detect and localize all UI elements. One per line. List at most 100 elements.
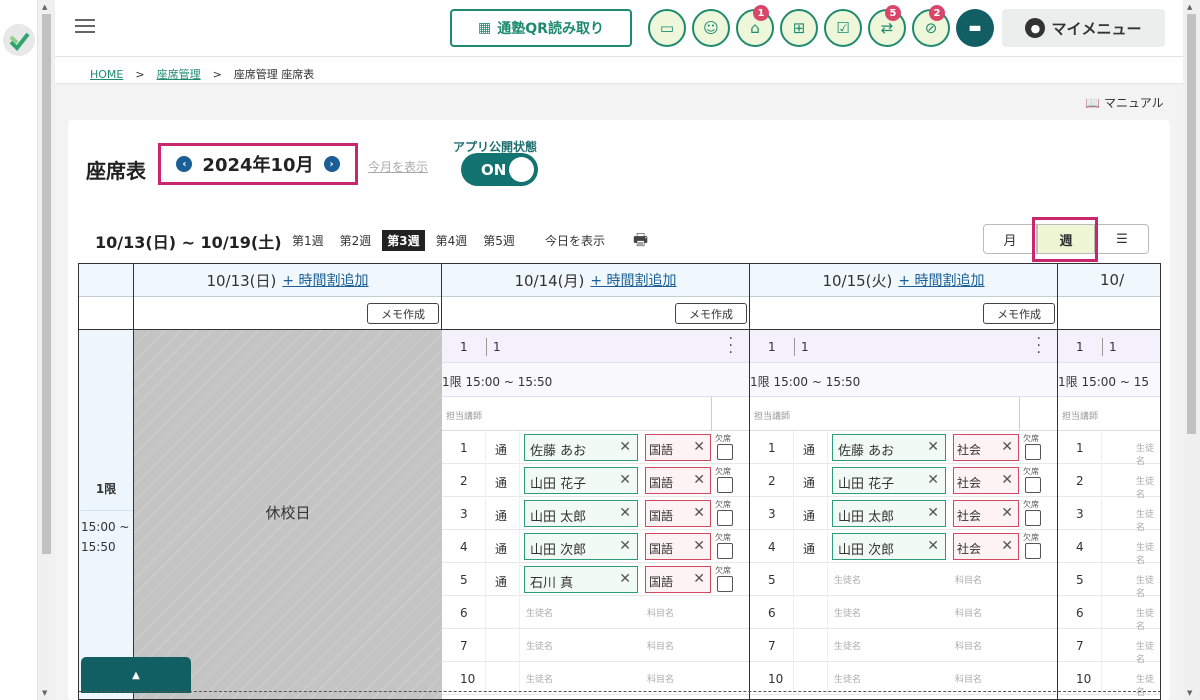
notification-badge: 5 [885, 5, 901, 21]
add-timetable-link[interactable]: + 時間割追加 [590, 270, 676, 290]
subject-chip[interactable]: 社会 ✕ [953, 467, 1019, 494]
app-logo[interactable] [3, 24, 35, 56]
corner-cell [79, 264, 133, 297]
teacher-row[interactable]: 担当講師 [750, 397, 1057, 431]
absent-checkbox[interactable] [1025, 543, 1041, 559]
remove-icon[interactable]: ✕ [1001, 439, 1013, 455]
student-chip[interactable]: 山田 花子 ✕ [524, 467, 638, 494]
student-chip[interactable]: 石川 真 ✕ [524, 566, 638, 593]
no-location-icon[interactable]: ⊘ 2 [912, 5, 950, 47]
list-view-button[interactable]: ☰ [1095, 224, 1149, 254]
manual-link[interactable]: 📖 マニュアル [1085, 94, 1164, 111]
room-row: 11 [1058, 330, 1160, 363]
absent-checkbox[interactable] [1025, 444, 1041, 460]
print-icon[interactable]: 🖶 [633, 229, 648, 256]
my-menu-button[interactable]: ● マイメニュー [1002, 9, 1165, 47]
remove-icon[interactable]: ✕ [927, 538, 939, 554]
student-chip[interactable]: 佐藤 あお ✕ [832, 434, 946, 461]
next-month-button[interactable]: › [323, 156, 340, 172]
remove-icon[interactable]: ✕ [1001, 538, 1013, 554]
group-icon[interactable]: ☺ [692, 9, 730, 47]
remove-icon[interactable]: ✕ [619, 538, 631, 554]
breadcrumb-home[interactable]: HOME [90, 68, 123, 81]
subject-chip[interactable]: 社会 ✕ [953, 500, 1019, 527]
week-tab-1[interactable]: 第1週 [287, 230, 329, 251]
remove-icon[interactable]: ✕ [619, 505, 631, 521]
seat-row: 7 生徒名 科目名 [750, 629, 1057, 662]
remove-icon[interactable]: ✕ [927, 505, 939, 521]
teacher-row[interactable]: 担当講師 [442, 397, 749, 431]
month-view-button[interactable]: 月 [983, 224, 1037, 254]
list-icon: ☰ [1116, 231, 1128, 247]
absent-checkbox[interactable] [1025, 510, 1041, 526]
student-chip[interactable]: 山田 次郎 ✕ [524, 533, 638, 560]
add-timetable-link[interactable]: + 時間割追加 [282, 270, 368, 290]
student-chip[interactable]: 山田 花子 ✕ [832, 467, 946, 494]
school-icon[interactable]: ⌂ 1 [736, 5, 774, 47]
week-tab-3[interactable]: 第3週 [382, 230, 425, 251]
remove-icon[interactable]: ✕ [619, 439, 631, 455]
create-memo-button[interactable]: メモ作成 [367, 303, 439, 324]
student-chip[interactable]: 山田 次郎 ✕ [832, 533, 946, 560]
page-scrollbar[interactable]: ▲ ▼ [1183, 0, 1200, 700]
gift-icon[interactable]: ⊞ [780, 9, 818, 47]
scroll-to-top-button[interactable]: ▲ [81, 657, 191, 693]
chat-icon[interactable]: ▬ [956, 9, 994, 47]
day-header: 10/ [1058, 264, 1160, 297]
add-timetable-link[interactable]: + 時間割追加 [898, 270, 984, 290]
student-chip[interactable]: 佐藤 あお ✕ [524, 434, 638, 461]
remove-icon[interactable]: ✕ [693, 472, 705, 488]
absent-checkbox[interactable] [717, 543, 733, 559]
teacher-row[interactable]: 担当講師 [1058, 397, 1160, 431]
hamburger-menu-icon[interactable] [75, 19, 95, 35]
remove-icon[interactable]: ✕ [927, 472, 939, 488]
checklist-icon[interactable]: ☑ [824, 9, 862, 47]
publish-toggle[interactable]: ON [461, 153, 538, 186]
student-chip[interactable]: 山田 太郎 ✕ [832, 500, 946, 527]
remove-icon[interactable]: ✕ [1001, 472, 1013, 488]
day-header: 10/13(日) + 時間割追加 [134, 264, 441, 297]
qr-icon: ▦ [478, 20, 492, 36]
remove-icon[interactable]: ✕ [619, 571, 631, 587]
qr-scan-button[interactable]: ▦ 通塾QR読み取り [450, 9, 632, 47]
remove-icon[interactable]: ✕ [927, 439, 939, 455]
absent-checkbox[interactable] [717, 510, 733, 526]
subject-chip[interactable]: 国語 ✕ [645, 434, 711, 461]
subject-chip[interactable]: 国語 ✕ [645, 533, 711, 560]
page-title: 座席表 [86, 159, 146, 183]
remove-icon[interactable]: ✕ [619, 472, 631, 488]
week-tab-4[interactable]: 第4週 [431, 230, 473, 251]
student-chip[interactable]: 山田 太郎 ✕ [524, 500, 638, 527]
create-memo-button[interactable]: メモ作成 [675, 303, 747, 324]
transfer-icon[interactable]: ⇄ 5 [868, 5, 906, 47]
more-options-icon[interactable]: · · · [729, 332, 733, 360]
show-this-month-link[interactable]: 今月を表示 [368, 158, 428, 175]
subject-chip[interactable]: 国語 ✕ [645, 500, 711, 527]
week-tab-2[interactable]: 第2週 [335, 230, 377, 251]
subject-chip[interactable]: 国語 ✕ [645, 566, 711, 593]
more-options-icon[interactable]: · · · [1037, 332, 1041, 360]
subject-chip[interactable]: 社会 ✕ [953, 434, 1019, 461]
subject-chip[interactable]: 国語 ✕ [645, 467, 711, 494]
message-icon[interactable]: ▭ [648, 9, 686, 47]
seat-row: 3通 山田 太郎 ✕ 社会 ✕ 欠席 [750, 497, 1057, 530]
remove-icon[interactable]: ✕ [693, 439, 705, 455]
prev-month-button[interactable]: ‹ [176, 156, 193, 172]
absent-checkbox[interactable] [717, 477, 733, 493]
absent-checkbox[interactable] [717, 444, 733, 460]
remove-icon[interactable]: ✕ [1001, 505, 1013, 521]
subject-chip[interactable]: 社会 ✕ [953, 533, 1019, 560]
show-today-link[interactable]: 今日を表示 [545, 232, 605, 249]
remove-icon[interactable]: ✕ [693, 538, 705, 554]
remove-icon[interactable]: ✕ [693, 505, 705, 521]
seat-row: 7 生徒名 科目名 [442, 629, 749, 662]
remove-icon[interactable]: ✕ [693, 571, 705, 587]
absent-checkbox[interactable] [1025, 477, 1041, 493]
absent-checkbox[interactable] [717, 576, 733, 592]
week-tab-5[interactable]: 第5週 [478, 230, 520, 251]
seat-row: 2通 山田 花子 ✕ 国語 ✕ 欠席 [442, 464, 749, 497]
create-memo-button[interactable]: メモ作成 [983, 303, 1055, 324]
day-header: 10/15(火) + 時間割追加 [750, 264, 1057, 297]
breadcrumb-seat-management[interactable]: 座席管理 [157, 68, 201, 81]
sidebar-scrollbar[interactable]: ▲ ▼ [38, 0, 55, 700]
